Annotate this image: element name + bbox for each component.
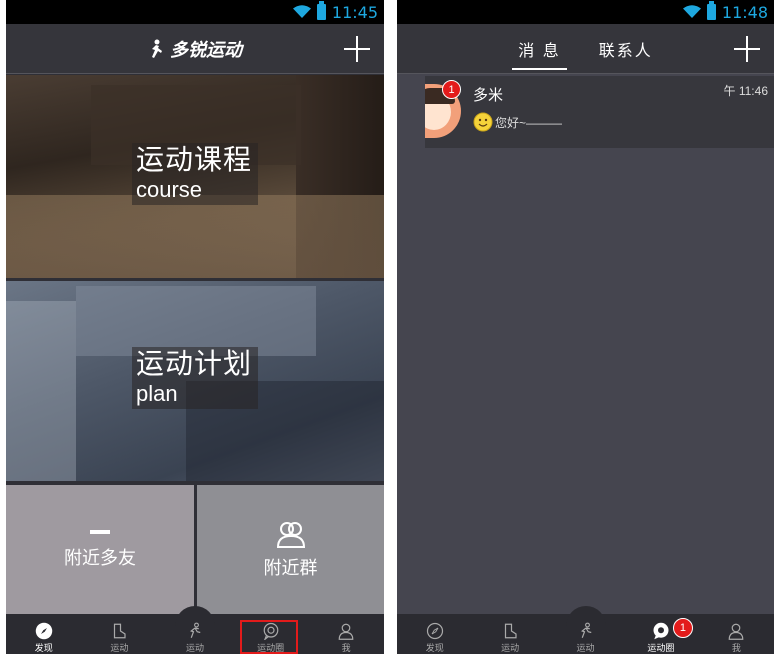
contact-name: 多米 [473, 87, 504, 104]
plan-label: 运动计划 plan [132, 347, 258, 409]
person-icon [338, 623, 354, 640]
nearby-groups-tile[interactable]: 附近群 [197, 485, 384, 615]
tab-label: 运动 [576, 643, 595, 653]
tab-run[interactable]: 运动 [548, 614, 623, 654]
status-bar: 11:48 [397, 0, 774, 24]
compass-icon [35, 622, 53, 640]
tab-discover[interactable]: 发现 [6, 614, 82, 654]
left-screen: 11:45 多锐运动 运动课程 course 运动计划 plan 附近多友 附近… [6, 0, 384, 654]
right-screen: 11:48 消 息 联系人 1 多米 午 11:46 您好~——— 发现 运动 … [397, 0, 774, 654]
course-label: 运动课程 course [132, 143, 258, 205]
conversation-item[interactable]: 1 多米 午 11:46 您好~——— [425, 76, 774, 148]
battery-icon [706, 1, 716, 20]
bottom-tab-bar: 发现 运动 运动 运动圈 我 [6, 606, 384, 654]
group-icon [276, 522, 305, 548]
highlight-box [240, 620, 298, 654]
nearby-friends-tile[interactable]: 附近多友 [6, 485, 194, 615]
status-time: 11:48 [721, 2, 768, 22]
nearby-groups-label: 附近群 [263, 558, 318, 578]
app-header: 多锐运动 [6, 24, 384, 74]
plan-title-en: plan [136, 381, 178, 406]
nearby-friends-label: 附近多友 [64, 548, 136, 568]
tab-label: 发现 [34, 643, 53, 653]
unread-badge: 1 [442, 80, 461, 99]
tab-run[interactable]: 运动 [157, 614, 233, 654]
runner-logo-icon [152, 39, 162, 58]
tab-sport[interactable]: 运动 [82, 614, 158, 654]
course-title-en: course [136, 177, 203, 202]
message-preview-text: 您好~——— [495, 115, 563, 130]
plan-title-zh: 运动计划 [136, 348, 253, 379]
runner-icon [189, 622, 201, 638]
tab-label: 我 [731, 643, 741, 653]
wifi-icon [292, 5, 311, 18]
tab-contacts[interactable]: 联系人 [593, 24, 659, 74]
status-time: 11:45 [331, 2, 378, 22]
tab-label: 运动 [110, 643, 129, 653]
tab-me[interactable]: 我 [308, 614, 384, 654]
tab-label: 运动 [185, 643, 204, 653]
course-title-zh: 运动课程 [136, 144, 253, 175]
tab-discover[interactable]: 发现 [397, 614, 472, 654]
battery-icon [316, 1, 326, 20]
message-time: 午 11:46 [723, 84, 768, 98]
message-header: 消 息 联系人 [397, 24, 774, 74]
add-icon[interactable] [344, 36, 370, 62]
add-icon[interactable] [734, 36, 760, 62]
course-tile[interactable]: 运动课程 course [6, 75, 384, 278]
tab-messages[interactable]: 消 息 [512, 24, 568, 74]
tab-me[interactable]: 我 [699, 614, 774, 654]
wifi-icon [682, 5, 701, 18]
tab-sport[interactable]: 运动 [472, 614, 547, 654]
runner-icon [580, 622, 591, 638]
chat-bubble-icon [653, 622, 669, 640]
app-title: 多锐运动 [6, 24, 384, 74]
message-preview: 您好~——— [473, 112, 562, 132]
bottom-tab-bar: 发现 运动 运动 1 运动圈 我 [397, 606, 774, 654]
smile-emoji-icon [473, 112, 493, 132]
tab-label: 运动圈 [647, 643, 675, 653]
tab-unread-badge: 1 [672, 618, 693, 638]
tab-circle[interactable]: 1 运动圈 [623, 614, 698, 654]
compass-icon [426, 622, 443, 640]
friends-icon [90, 530, 110, 534]
person-icon [728, 623, 744, 640]
tab-label: 运动 [501, 643, 520, 653]
shoe-icon [505, 623, 517, 639]
plan-tile[interactable]: 运动计划 plan [6, 281, 384, 481]
app-title-text: 多锐运动 [170, 40, 242, 60]
tab-label: 发现 [425, 643, 444, 653]
shoe-icon [114, 623, 126, 639]
tab-label: 我 [341, 643, 351, 653]
status-bar: 11:45 [6, 0, 384, 24]
